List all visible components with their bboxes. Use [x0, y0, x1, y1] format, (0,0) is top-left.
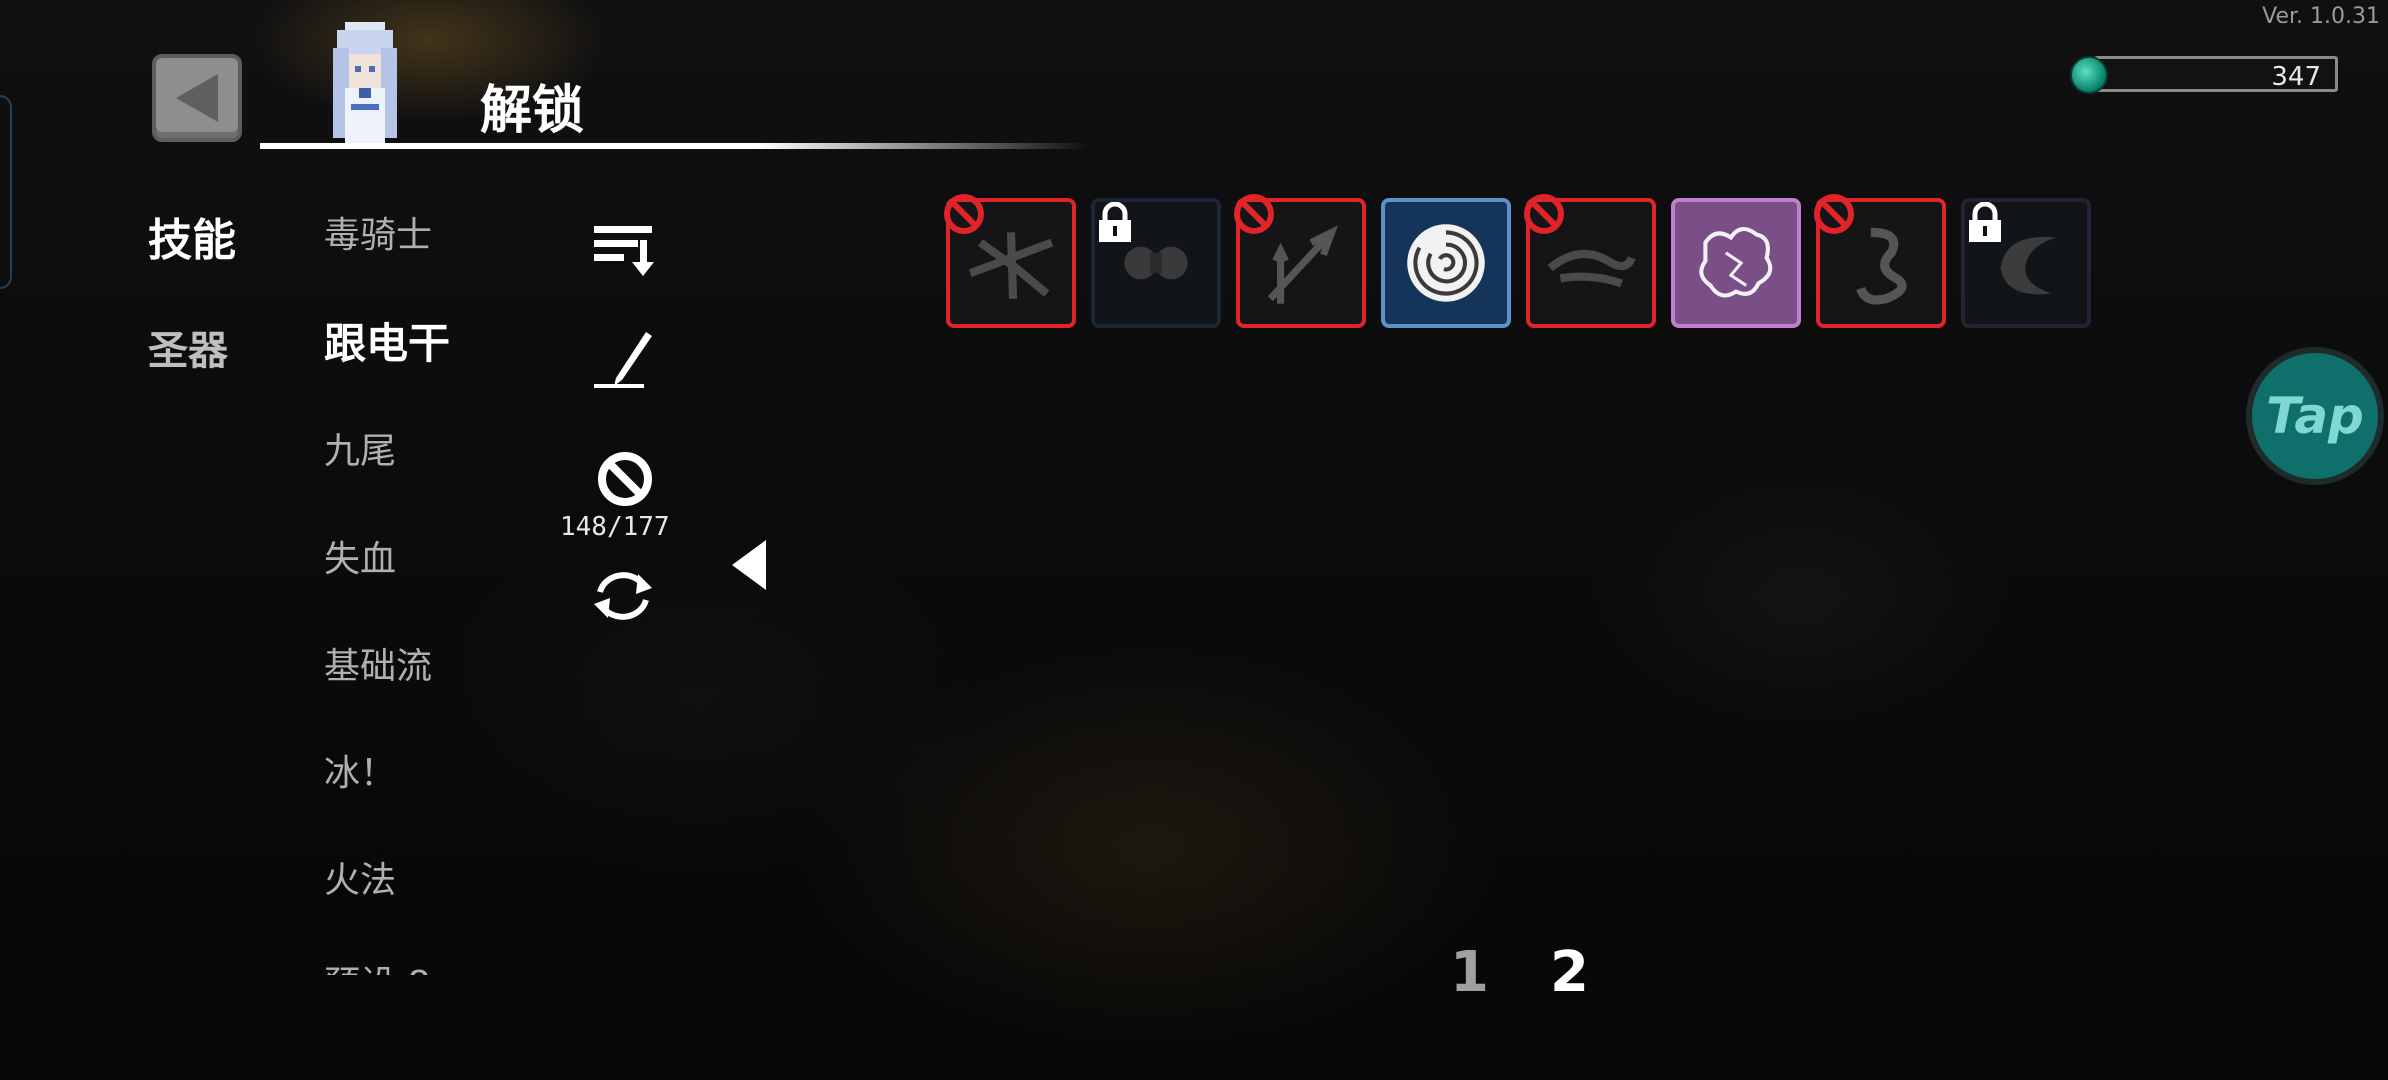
build-item[interactable]: 火法	[324, 851, 396, 903]
currency-value: 347	[2271, 62, 2321, 92]
ban-icon	[1814, 194, 1854, 234]
collapse-arrow-icon[interactable]	[730, 538, 768, 592]
currency-display: 347	[2070, 54, 2340, 94]
skill-slot[interactable]	[1814, 194, 1946, 328]
ban-icon	[1234, 194, 1274, 234]
version-label: Ver. 1.0.31	[2262, 4, 2380, 29]
page-1-button[interactable]: 1	[1450, 940, 1489, 1005]
ban-icon[interactable]	[596, 450, 654, 508]
tap-floating-button[interactable]: Tap	[2246, 347, 2384, 485]
vortex-icon	[1407, 224, 1485, 302]
skill-slot[interactable]	[1234, 194, 1366, 328]
refresh-icon[interactable]	[588, 566, 658, 626]
lock-icon	[1969, 202, 2001, 242]
build-item[interactable]: 冰！	[324, 744, 396, 796]
build-item[interactable]: 基础流	[324, 637, 432, 689]
sort-icon[interactable]	[592, 222, 656, 278]
character-avatar	[333, 22, 397, 143]
skill-slot[interactable]	[1671, 198, 1801, 328]
skill-slot-selected[interactable]	[1381, 198, 1511, 328]
skill-slot[interactable]	[1961, 198, 2091, 328]
lightning-icon	[1699, 227, 1773, 298]
skill-slot[interactable]	[1091, 198, 1221, 328]
tap-label: Tap	[2266, 387, 2364, 445]
build-preset-list[interactable]: 毒骑士 跟电干 九尾 失血 基础流 冰！ 火法 预设 8	[322, 200, 542, 975]
build-item[interactable]: 预设 8	[324, 955, 430, 975]
ban-icon	[1524, 194, 1564, 234]
skill-slot[interactable]	[1524, 194, 1656, 328]
back-arrow-icon	[176, 74, 218, 122]
back-button[interactable]	[152, 54, 242, 142]
currency-bar: 347	[2094, 56, 2338, 92]
category-tab-skills[interactable]: 技能	[148, 204, 236, 268]
build-item[interactable]: 九尾	[324, 422, 396, 474]
ban-counter: 148/177	[560, 512, 670, 542]
ban-icon	[944, 194, 984, 234]
build-item[interactable]: 失血	[324, 530, 396, 582]
build-item-active[interactable]: 跟电干	[324, 310, 450, 371]
lock-icon	[1099, 202, 1131, 242]
gem-icon	[2070, 56, 2108, 94]
pen-icon[interactable]	[592, 330, 656, 392]
build-item[interactable]: 毒骑士	[324, 206, 432, 258]
page-title: 解锁	[480, 81, 585, 141]
category-tab-relics[interactable]: 圣器	[148, 318, 228, 376]
skill-slot[interactable]	[944, 194, 1076, 328]
page-2-button[interactable]: 2	[1550, 940, 1589, 1005]
title-underline	[260, 143, 1090, 149]
side-drawer-tab[interactable]	[0, 95, 12, 289]
